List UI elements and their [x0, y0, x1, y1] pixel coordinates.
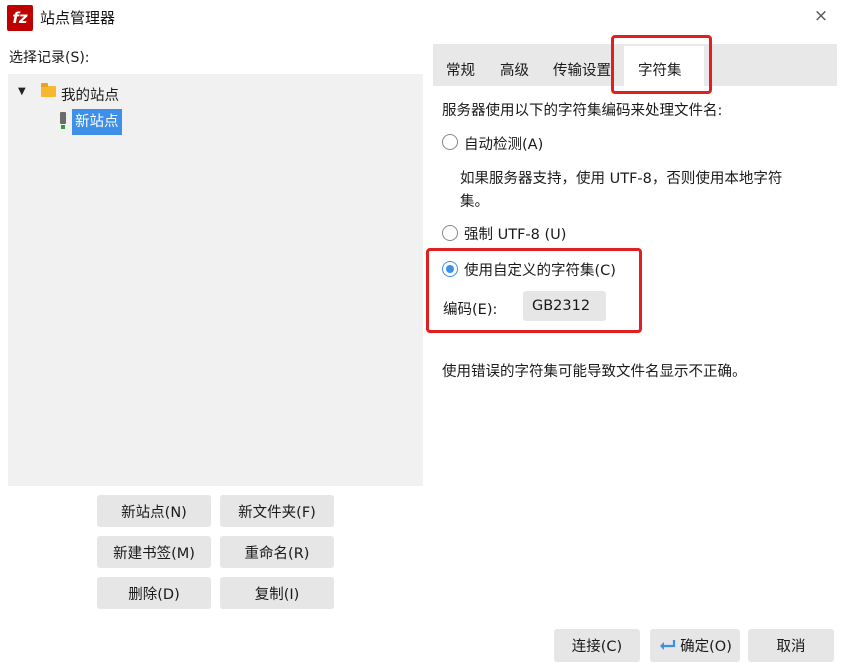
close-icon[interactable]: ×: [810, 5, 832, 27]
charset-intro-text: 服务器使用以下的字符集编码来处理文件名:: [442, 103, 723, 119]
copy-button[interactable]: 复制(I): [220, 577, 334, 609]
force-utf8-label[interactable]: 强制 UTF-8 (U): [464, 223, 566, 244]
force-utf8-radio[interactable]: [442, 225, 458, 241]
tab-advanced[interactable]: 高级: [500, 59, 529, 80]
filezilla-logo-icon: fz: [7, 5, 33, 31]
new-site-button[interactable]: 新站点(N): [97, 495, 211, 527]
server-icon: [60, 112, 66, 129]
tab-transfer-settings[interactable]: 传输设置: [553, 59, 611, 80]
auto-detect-label[interactable]: 自动检测(A): [464, 133, 543, 154]
folder-icon: [41, 83, 56, 97]
custom-charset-highlight: [426, 248, 642, 333]
charset-tab-highlight: [611, 35, 712, 94]
new-bookmark-button[interactable]: 新建书签(M): [97, 536, 211, 568]
connect-button[interactable]: 连接(C): [554, 629, 640, 662]
new-folder-button[interactable]: 新文件夹(F): [220, 495, 334, 527]
enter-icon: [660, 639, 676, 650]
select-entry-label: 选择记录(S):: [9, 50, 90, 66]
ok-button[interactable]: 确定(O): [650, 629, 740, 662]
auto-detect-description: 如果服务器支持，使用 UTF-8，否则使用本地字符: [460, 171, 783, 187]
charset-warning-text: 使用错误的字符集可能导致文件名显示不正确。: [442, 364, 747, 380]
site-tree-panel[interactable]: [8, 74, 423, 486]
ok-button-label: 确定(O): [680, 639, 732, 655]
tree-folder-my-sites[interactable]: 我的站点: [61, 84, 119, 105]
tab-general[interactable]: 常规: [446, 59, 475, 80]
expand-arrow-icon[interactable]: ▼: [18, 86, 26, 97]
delete-button[interactable]: 删除(D): [97, 577, 211, 609]
cancel-button[interactable]: 取消: [748, 629, 834, 662]
window-title: 站点管理器: [40, 9, 116, 27]
auto-detect-description-cont: 集。: [460, 194, 489, 210]
rename-button[interactable]: 重命名(R): [220, 536, 334, 568]
tree-item-new-site[interactable]: 新站点: [72, 109, 122, 135]
auto-detect-radio[interactable]: [442, 134, 458, 150]
